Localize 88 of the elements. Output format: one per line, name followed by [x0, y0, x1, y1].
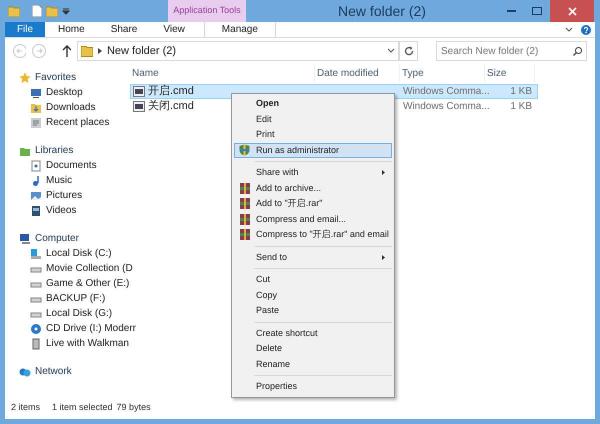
- shield-icon: [239, 144, 250, 156]
- window-title: New folder (2): [337, 2, 427, 21]
- nav-section[interactable]: Libraries: [35, 143, 74, 158]
- menu-item[interactable]: Print: [234, 127, 392, 142]
- menu-item[interactable]: Open: [234, 96, 392, 112]
- status-text: 1 item selected: [52, 401, 113, 414]
- status-text: 79 bytes: [116, 401, 151, 414]
- menu-item[interactable]: Paste: [234, 303, 392, 318]
- nav-item[interactable]: Local Disk (G:): [46, 306, 112, 321]
- archive-books-icon: [240, 214, 250, 225]
- computer-icon: [19, 232, 31, 244]
- menu-item[interactable]: Add to archive...: [234, 180, 392, 196]
- file-tab[interactable]: File: [5, 22, 45, 37]
- ribbon-tab[interactable]: Manage: [204, 22, 276, 37]
- archive-books-icon: [240, 198, 250, 210]
- menu-item[interactable]: Cut: [234, 272, 392, 288]
- folder-icon: [80, 45, 93, 57]
- script-file-icon: [133, 86, 145, 97]
- picture-icon: [30, 190, 42, 202]
- menu-item[interactable]: Share with: [234, 165, 392, 180]
- up-arrow-icon[interactable]: [62, 45, 71, 57]
- file-name: 开启.cmd: [148, 84, 194, 100]
- refresh-icon: [404, 46, 414, 56]
- nav-section[interactable]: Computer: [35, 231, 79, 246]
- search-field[interactable]: Search New folder (2): [436, 41, 588, 61]
- nav-section[interactable]: Favorites: [35, 70, 76, 85]
- ribbon-tab[interactable]: Share: [98, 22, 150, 37]
- chevron-icon[interactable]: [565, 26, 573, 32]
- column-header[interactable]: Type: [400, 64, 485, 82]
- maximize-icon: [532, 7, 542, 15]
- download-folder-icon: [30, 102, 42, 114]
- music-note-icon: [30, 174, 42, 186]
- archive-books-icon: [240, 229, 250, 240]
- caret-icon: [98, 48, 102, 54]
- nav-item[interactable]: Downloads: [46, 100, 96, 115]
- nav-item[interactable]: Recent places: [46, 115, 110, 130]
- menu-item[interactable]: Delete: [234, 341, 392, 356]
- nav-item[interactable]: Documents: [46, 158, 97, 173]
- menu-item[interactable]: Compress to "开启.rar" and email: [234, 227, 392, 242]
- column-header[interactable]: Size: [485, 64, 535, 82]
- menu-item[interactable]: Add to "开启.rar": [234, 196, 392, 212]
- menu-item[interactable]: Compress and email...: [234, 212, 392, 227]
- column-header[interactable]: Name: [130, 64, 315, 82]
- search-input[interactable]: Search New folder (2): [441, 44, 574, 58]
- star-icon: [19, 72, 31, 84]
- drive-icon: [30, 248, 42, 260]
- nav-item[interactable]: Local Disk (C:): [46, 246, 112, 261]
- refresh-button[interactable]: [398, 41, 418, 61]
- file-name[interactable]: 关闭.cmd: [148, 98, 194, 115]
- nav-item[interactable]: Videos: [46, 203, 76, 218]
- menu-item[interactable]: Properties: [234, 379, 392, 394]
- chevron-icon[interactable]: [386, 48, 395, 54]
- nav-item[interactable]: CD Drive (I:) Moderr: [46, 321, 136, 336]
- close-button[interactable]: [550, 0, 594, 22]
- document-stack-icon: [30, 116, 42, 128]
- desktop-icon: [30, 86, 42, 98]
- nav-item[interactable]: Live with Walkman: [46, 336, 129, 351]
- status-text: 2 items: [11, 401, 40, 414]
- ribbon-tab[interactable]: View: [150, 22, 198, 37]
- help-icon[interactable]: [581, 24, 591, 34]
- menu-item[interactable]: Create shortcut: [234, 326, 392, 341]
- address-path: New folder (2): [106, 44, 178, 59]
- context-tab-group-label: Application Tools: [168, 0, 246, 22]
- network-icon: [19, 366, 31, 378]
- ribbon-tab[interactable]: Home: [45, 22, 98, 37]
- nav-item[interactable]: Pictures: [46, 188, 82, 203]
- document-icon[interactable]: [32, 5, 42, 17]
- close-icon: [568, 6, 576, 16]
- nav-item[interactable]: Desktop: [46, 85, 83, 100]
- nav-item[interactable]: Game & Other (E:): [46, 276, 130, 291]
- nav-item[interactable]: BACKUP (F:): [46, 291, 106, 306]
- dropdown-icon[interactable]: [62, 7, 70, 15]
- disc-icon: [30, 322, 42, 334]
- menu-item[interactable]: Copy: [234, 288, 392, 303]
- address-bar[interactable]: New folder (2): [76, 41, 399, 61]
- menu-item[interactable]: Edit: [234, 112, 392, 127]
- document-icon: [30, 160, 42, 172]
- minimize-icon: [506, 10, 516, 12]
- column-header[interactable]: Date modified: [315, 64, 400, 82]
- nav-section[interactable]: Network: [35, 364, 72, 379]
- archive-books-icon: [240, 182, 250, 194]
- menu-item[interactable]: Send to: [234, 250, 392, 265]
- menu-item[interactable]: Rename: [234, 356, 392, 372]
- menu-item[interactable]: Run as administrator: [234, 142, 392, 158]
- script-file-icon: [133, 101, 145, 112]
- nav-item[interactable]: Movie Collection (D: [46, 261, 133, 276]
- search-icon: [573, 46, 582, 56]
- nav-item[interactable]: Music: [46, 173, 72, 188]
